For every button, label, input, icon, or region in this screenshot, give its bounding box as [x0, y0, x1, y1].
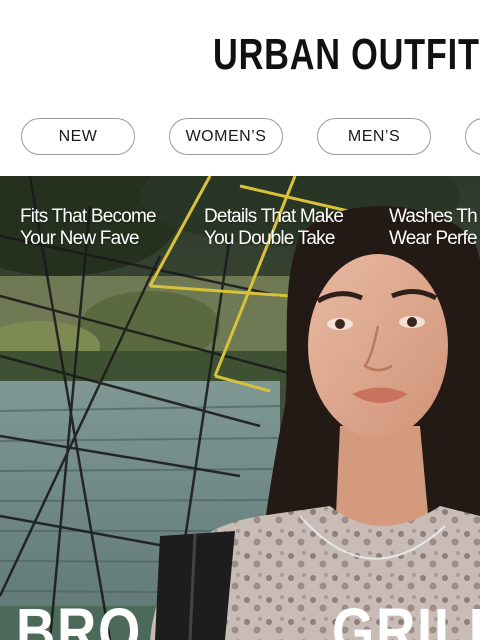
hero-banner[interactable]: Fits That Become Your New Fave Details T…	[0, 176, 480, 640]
hero-caption-fits[interactable]: Fits That Become Your New Fave	[20, 206, 157, 250]
caption-line: Wear Perfe	[389, 228, 478, 249]
hero-headline-left: BRO	[16, 595, 142, 640]
nav-pill-new[interactable]: NEW	[21, 118, 135, 155]
nav-pill-mens[interactable]: MEN’S	[317, 118, 431, 155]
site-header: URBAN OUTFITTI NEW WOMEN’S MEN’S	[0, 0, 480, 176]
hero-caption-washes[interactable]: Washes Th Wear Perfe	[389, 206, 478, 250]
nav-pill-womens[interactable]: WOMEN’S	[169, 118, 283, 155]
caption-line: Washes Th	[389, 206, 478, 227]
caption-line: You Double Take	[204, 228, 335, 249]
hero-caption-details[interactable]: Details That Make You Double Take	[204, 206, 344, 250]
hero-headline-right: GRILL	[332, 595, 480, 640]
brand-logo[interactable]: URBAN OUTFITTI	[213, 30, 480, 80]
caption-line: Fits That Become	[20, 206, 157, 227]
caption-line: Your New Fave	[20, 228, 140, 249]
nav-pill-next[interactable]	[465, 118, 480, 155]
category-nav: NEW WOMEN’S MEN’S	[0, 118, 480, 156]
caption-line: Details That Make	[204, 206, 344, 227]
